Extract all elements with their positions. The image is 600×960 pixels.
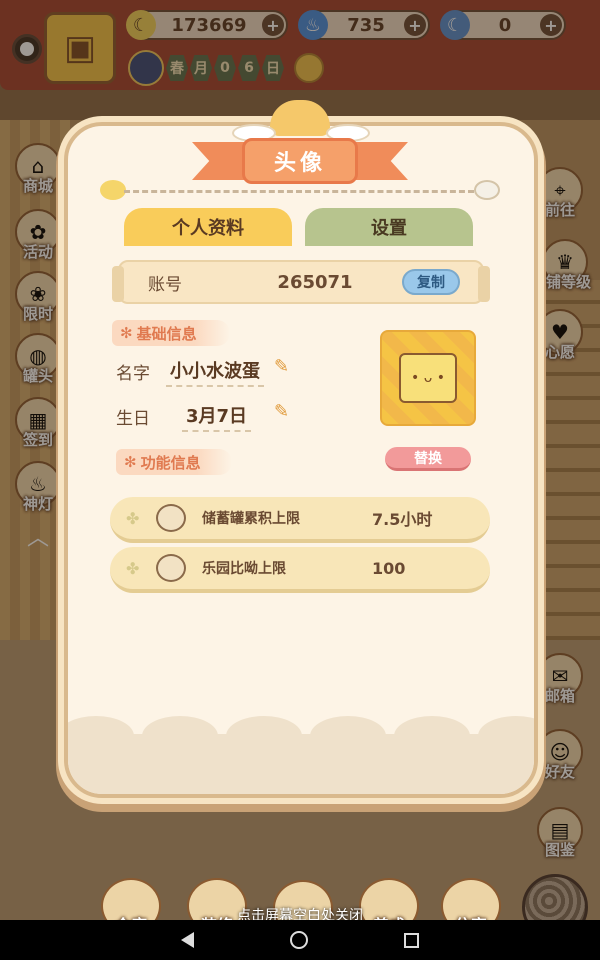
wave-decor <box>394 716 470 756</box>
dashed-divider <box>124 190 474 193</box>
account-id: 265071 <box>277 271 353 293</box>
wave-decor <box>68 716 134 756</box>
home-icon[interactable] <box>290 931 308 949</box>
copy-button[interactable]: 复制 <box>402 269 460 295</box>
piggy-bank-cat-icon <box>156 504 186 532</box>
info-row-savings-limit: ✤ 储蓄罐累积上限 7.5小时 <box>110 497 490 543</box>
edit-birthday-pencil-icon[interactable]: ✎ <box>274 401 289 422</box>
white-bird-icon <box>474 180 500 200</box>
wave-decor <box>310 716 386 756</box>
replace-avatar-button[interactable]: 替换 <box>385 447 471 471</box>
clover-icon: ✻ <box>124 453 137 471</box>
clover-icon: ✤ <box>126 558 140 578</box>
edit-name-pencil-icon[interactable]: ✎ <box>274 356 289 377</box>
function-info-section: ✻ 功能信息 <box>116 449 232 475</box>
clover-icon: ✤ <box>126 508 140 528</box>
yellow-bird-icon <box>100 180 126 200</box>
birthday-value: 3月7日 <box>182 402 252 432</box>
system-nav-bar <box>0 920 600 960</box>
dialog-title-ribbon: 头像 <box>192 138 408 184</box>
wave-decor <box>478 716 534 756</box>
row-label: 乐园比呦上限 <box>202 561 286 577</box>
row-label: 储蓄罐累积上限 <box>202 511 300 527</box>
birthday-label: 生日 <box>116 409 150 429</box>
section-title: 功能信息 <box>140 453 201 472</box>
basic-info-section: ✻ 基础信息 <box>112 320 230 346</box>
name-value: 小小水波蛋 <box>166 357 264 387</box>
row-value: 100 <box>372 558 406 578</box>
back-icon[interactable] <box>181 932 194 948</box>
tab-profile[interactable]: 个人资料 <box>124 208 292 246</box>
account-label: 账号 <box>148 274 182 295</box>
tab-settings[interactable]: 设置 <box>305 208 473 246</box>
wave-decor <box>142 716 218 756</box>
cat-pair-icon <box>156 554 186 582</box>
dialog-title: 头像 <box>242 138 358 184</box>
cat-face-icon: • ᴗ • <box>399 353 457 403</box>
name-label: 名字 <box>116 364 150 384</box>
dialog-footer-decor <box>68 716 534 794</box>
profile-avatar[interactable]: • ᴗ • <box>380 330 476 426</box>
clover-icon: ✻ <box>120 324 133 342</box>
account-row: 账号 265071 复制 <box>112 260 490 304</box>
wave-decor <box>226 716 302 756</box>
info-row-park-limit: ✤ 乐园比呦上限 100 <box>110 547 490 593</box>
recent-apps-icon[interactable] <box>404 932 419 948</box>
row-value: 7.5小时 <box>372 510 433 529</box>
section-title: 基础信息 <box>136 324 197 343</box>
